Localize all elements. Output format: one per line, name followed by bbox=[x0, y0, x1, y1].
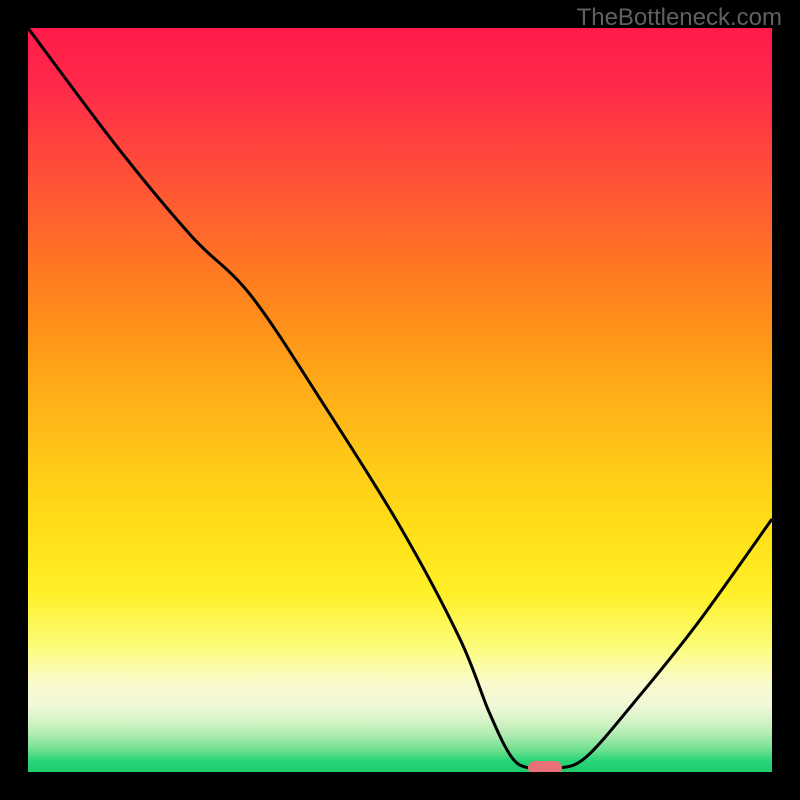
optimal-point-marker bbox=[528, 761, 562, 772]
bottleneck-curve bbox=[28, 28, 772, 770]
watermark-text: TheBottleneck.com bbox=[577, 4, 782, 32]
chart-curve-layer bbox=[28, 28, 772, 772]
plot-area bbox=[28, 28, 772, 772]
